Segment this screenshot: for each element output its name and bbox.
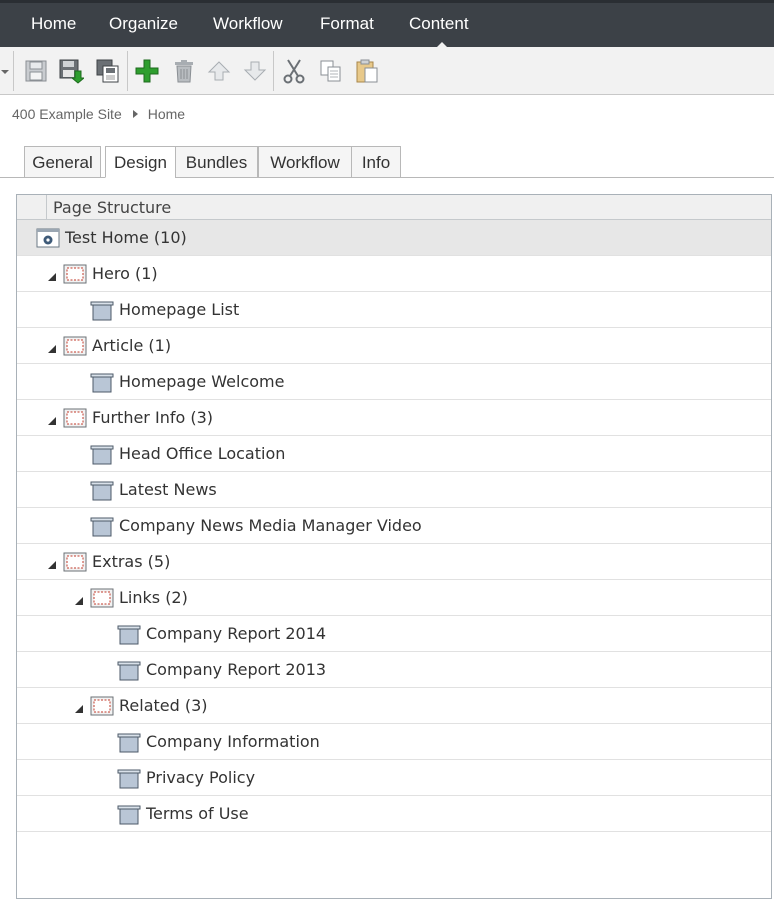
tree-row[interactable]: Further Info (3) bbox=[17, 400, 771, 436]
expand-collapse-icon[interactable] bbox=[48, 345, 56, 353]
paste-icon[interactable] bbox=[352, 56, 382, 86]
tree-row-label: Article (1) bbox=[92, 336, 172, 355]
tree-row-label: Company Report 2014 bbox=[146, 624, 327, 643]
menu-format[interactable]: Format bbox=[320, 14, 374, 34]
tree-row-label: Head Office Location bbox=[119, 444, 286, 463]
expand-collapse-icon[interactable] bbox=[48, 561, 56, 569]
tab-info[interactable]: Info bbox=[351, 146, 401, 178]
content-item-icon bbox=[90, 516, 114, 542]
toolbar-separator bbox=[127, 51, 128, 91]
tree-row-label: Latest News bbox=[119, 480, 217, 499]
tab-bundles[interactable]: Bundles bbox=[175, 146, 258, 178]
tree-row[interactable]: Terms of Use bbox=[17, 796, 771, 832]
tree-row[interactable]: Latest News bbox=[17, 472, 771, 508]
expand-collapse-icon[interactable] bbox=[48, 417, 56, 425]
toolbar-separator bbox=[13, 51, 14, 91]
tree-row-label: Terms of Use bbox=[146, 804, 249, 823]
expand-collapse-icon[interactable] bbox=[75, 705, 83, 713]
content-item-icon bbox=[117, 624, 141, 650]
move-down-icon[interactable] bbox=[240, 56, 270, 86]
move-up-icon[interactable] bbox=[204, 56, 234, 86]
tree-row-label: Homepage List bbox=[119, 300, 240, 319]
cut-icon[interactable] bbox=[279, 56, 309, 86]
content-item-icon bbox=[117, 768, 141, 794]
expand-collapse-icon[interactable] bbox=[48, 273, 56, 281]
zone-icon bbox=[63, 336, 87, 360]
tree-row[interactable]: Company Report 2014 bbox=[17, 616, 771, 652]
tree-row[interactable]: Company Report 2013 bbox=[17, 652, 771, 688]
tree-row-label: Related (3) bbox=[119, 696, 208, 715]
tree-row[interactable]: Privacy Policy bbox=[17, 760, 771, 796]
delete-icon[interactable] bbox=[169, 56, 199, 86]
tree-row-label: Company Information bbox=[146, 732, 320, 751]
tree-header: Page Structure bbox=[17, 195, 771, 220]
page-icon bbox=[36, 228, 60, 252]
tree-row[interactable]: Extras (5) bbox=[17, 544, 771, 580]
expand-collapse-icon[interactable] bbox=[75, 597, 83, 605]
menu-workflow[interactable]: Workflow bbox=[213, 14, 283, 34]
content-item-icon bbox=[90, 300, 114, 326]
tree-row[interactable]: Homepage Welcome bbox=[17, 364, 771, 400]
tree-row-label: Further Info (3) bbox=[92, 408, 213, 427]
zone-icon bbox=[63, 552, 87, 576]
tree-header-title: Page Structure bbox=[53, 198, 172, 217]
tree-row[interactable]: Company Information bbox=[17, 724, 771, 760]
top-menubar: Home Organize Workflow Format Content bbox=[0, 0, 774, 50]
header-separator bbox=[46, 195, 47, 220]
content-item-icon bbox=[90, 480, 114, 506]
save-icon[interactable] bbox=[21, 56, 51, 86]
breadcrumb: 400 Example Site Home bbox=[12, 106, 185, 122]
page-structure-tree: Page Structure Test Home (10) Hero (1) Hom… bbox=[16, 194, 772, 899]
tab-workflow[interactable]: Workflow bbox=[258, 146, 352, 178]
add-icon[interactable] bbox=[132, 56, 162, 86]
tree-row-label: Company News Media Manager Video bbox=[119, 516, 422, 535]
tree-row-label: Links (2) bbox=[119, 588, 188, 607]
tree-row[interactable]: Hero (1) bbox=[17, 256, 771, 292]
breadcrumb-page[interactable]: Home bbox=[148, 106, 185, 122]
tree-row[interactable]: Head Office Location bbox=[17, 436, 771, 472]
toolbar bbox=[0, 47, 774, 95]
tree-row[interactable]: Company News Media Manager Video bbox=[17, 508, 771, 544]
zone-icon bbox=[90, 696, 114, 720]
tab-design[interactable]: Design bbox=[105, 146, 176, 178]
zone-icon bbox=[63, 264, 87, 288]
tree-row[interactable]: Article (1) bbox=[17, 328, 771, 364]
save-copy-icon[interactable] bbox=[93, 56, 123, 86]
zone-icon bbox=[90, 588, 114, 612]
toolbar-separator bbox=[273, 51, 274, 91]
content-item-icon bbox=[117, 660, 141, 686]
content-item-icon bbox=[117, 732, 141, 758]
tree-row[interactable]: Homepage List bbox=[17, 292, 771, 328]
tree-row-label: Homepage Welcome bbox=[119, 372, 285, 391]
content-item-icon bbox=[90, 444, 114, 470]
content-item-icon bbox=[117, 804, 141, 830]
breadcrumb-site[interactable]: 400 Example Site bbox=[12, 106, 122, 122]
menu-content[interactable]: Content bbox=[409, 14, 469, 34]
tree-row-label: Privacy Policy bbox=[146, 768, 256, 787]
tree-row-label: Test Home (10) bbox=[65, 228, 187, 247]
tree-row-label: Company Report 2013 bbox=[146, 660, 327, 679]
tree-row[interactable]: Test Home (10) bbox=[17, 220, 771, 256]
menu-organize[interactable]: Organize bbox=[109, 14, 178, 34]
toolbar-overflow-icon[interactable] bbox=[1, 70, 9, 74]
copy-icon[interactable] bbox=[316, 56, 346, 86]
tree-row[interactable]: Related (3) bbox=[17, 688, 771, 724]
tree-row-label: Extras (5) bbox=[92, 552, 171, 571]
menu-home[interactable]: Home bbox=[31, 14, 76, 34]
zone-icon bbox=[63, 408, 87, 432]
tree-row-label: Hero (1) bbox=[92, 264, 158, 283]
tab-general[interactable]: General bbox=[24, 146, 101, 178]
save-publish-icon[interactable] bbox=[56, 56, 86, 86]
tree-row[interactable]: Links (2) bbox=[17, 580, 771, 616]
content-item-icon bbox=[90, 372, 114, 398]
breadcrumb-arrow-icon bbox=[132, 110, 138, 118]
